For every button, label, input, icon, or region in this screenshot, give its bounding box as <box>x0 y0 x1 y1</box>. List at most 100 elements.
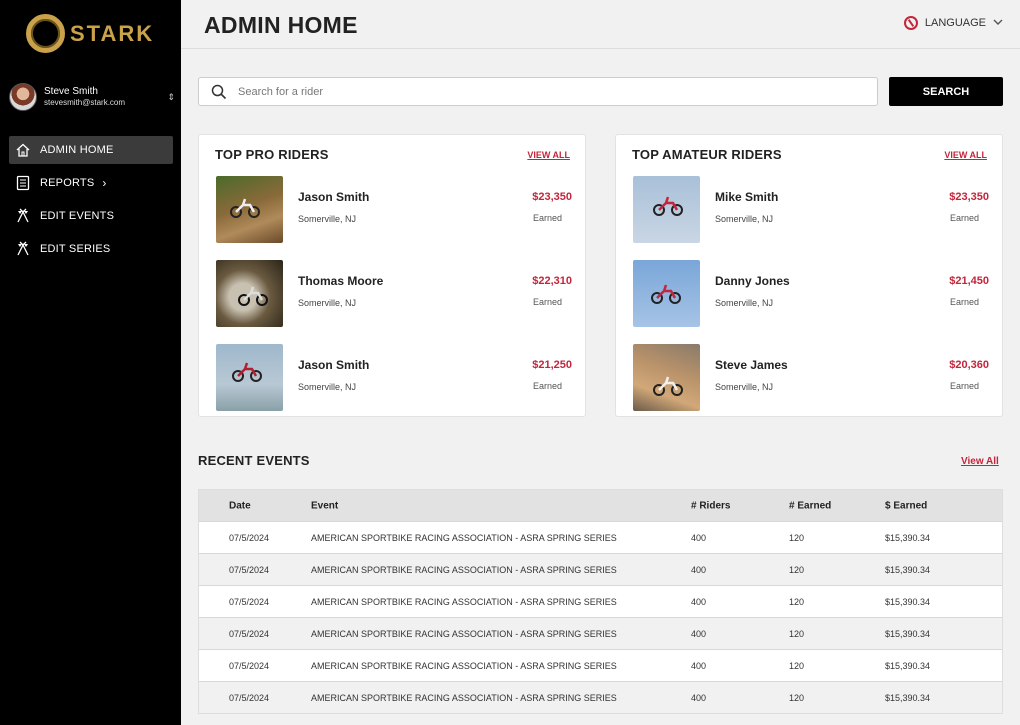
logo-ring-icon <box>26 14 65 53</box>
rider-earnings: $21,450 <box>949 275 989 287</box>
table-row[interactable]: 07/5/2024 AMERICAN SPORTBIKE RACING ASSO… <box>199 681 1002 713</box>
sidebar-item-edit-series[interactable]: EDIT SERIES <box>9 235 173 263</box>
rider-item[interactable]: Jason Smith Somerville, NJ $21,250 Earne… <box>216 344 572 411</box>
rider-photo <box>633 344 700 411</box>
rider-location: Somerville, NJ <box>298 298 357 308</box>
flags-icon <box>14 240 32 258</box>
card-title: TOP AMATEUR RIDERS <box>632 147 782 162</box>
rider-item[interactable]: Danny Jones Somerville, NJ $21,450 Earne… <box>633 260 989 327</box>
cell-date: 07/5/2024 <box>229 660 270 671</box>
rider-photo <box>216 176 283 243</box>
column-header-earned-amount[interactable]: $ Earned <box>885 500 927 511</box>
motorbike-icon <box>230 198 260 218</box>
column-header-riders[interactable]: # Riders <box>691 500 730 511</box>
rider-item[interactable]: Mike Smith Somerville, NJ $23,350 Earned <box>633 176 989 243</box>
cell-earned-count: 120 <box>789 532 805 543</box>
rider-name: Danny Jones <box>715 274 790 288</box>
sidebar-item-reports[interactable]: REPORTS › <box>9 169 173 197</box>
logo-text: STARK <box>70 20 155 46</box>
cell-date: 07/5/2024 <box>229 628 270 639</box>
motorbike-icon <box>653 376 683 396</box>
cell-date: 07/5/2024 <box>229 564 270 575</box>
table-row[interactable]: 07/5/2024 AMERICAN SPORTBIKE RACING ASSO… <box>199 617 1002 649</box>
motorbike-icon <box>651 284 681 304</box>
cell-earned-amount: $15,390.34 <box>885 532 931 543</box>
rider-item[interactable]: Steve James Somerville, NJ $20,360 Earne… <box>633 344 989 411</box>
cell-event: AMERICAN SPORTBIKE RACING ASSOCIATION - … <box>311 660 617 671</box>
recent-events-table: Date Event # Riders # Earned $ Earned 07… <box>198 489 1003 714</box>
sidebar: STARK Steve Smith stevesmith@stark.com ⇕… <box>0 0 181 725</box>
recent-events-title: RECENT EVENTS <box>198 453 310 468</box>
view-all-link[interactable]: VIEW ALL <box>527 150 570 160</box>
rider-earnings: $23,350 <box>949 191 989 203</box>
table-row[interactable]: 07/5/2024 AMERICAN SPORTBIKE RACING ASSO… <box>199 521 1002 553</box>
sidebar-item-label: EDIT EVENTS <box>40 210 115 222</box>
sidebar-item-admin-home[interactable]: ADMIN HOME <box>9 136 173 164</box>
column-header-date[interactable]: Date <box>229 500 251 511</box>
sidebar-item-label: REPORTS <box>40 177 95 189</box>
view-all-events-link[interactable]: View All <box>961 456 999 467</box>
rider-name: Mike Smith <box>715 190 779 204</box>
table-row[interactable]: 07/5/2024 AMERICAN SPORTBIKE RACING ASSO… <box>199 553 1002 585</box>
chevron-right-icon: › <box>102 176 107 190</box>
cell-riders: 400 <box>691 532 707 543</box>
rider-name: Thomas Moore <box>298 274 384 288</box>
cell-earned-amount: $15,390.34 <box>885 628 931 639</box>
sidebar-item-label: ADMIN HOME <box>40 144 114 156</box>
rider-name: Jason Smith <box>298 190 370 204</box>
cell-event: AMERICAN SPORTBIKE RACING ASSOCIATION - … <box>311 596 617 607</box>
rider-earnings-label: Earned <box>949 297 979 307</box>
user-toggle-icon[interactable]: ⇕ <box>167 92 175 103</box>
rider-earnings-label: Earned <box>532 297 562 307</box>
card-title: TOP PRO RIDERS <box>215 147 329 162</box>
language-label: LANGUAGE <box>924 17 986 29</box>
user-info: Steve Smith stevesmith@stark.com <box>44 86 167 108</box>
user-email: stevesmith@stark.com <box>44 98 126 107</box>
flags-icon <box>14 207 32 225</box>
cell-date: 07/5/2024 <box>229 596 270 607</box>
column-header-earned-count[interactable]: # Earned <box>789 500 831 511</box>
table-row[interactable]: 07/5/2024 AMERICAN SPORTBIKE RACING ASSO… <box>199 649 1002 681</box>
cell-earned-count: 120 <box>789 692 805 703</box>
search-input[interactable] <box>238 85 838 98</box>
rider-earnings-label: Earned <box>532 381 562 391</box>
logo[interactable]: STARK <box>26 14 154 53</box>
motorbike-icon <box>238 286 268 306</box>
table-row[interactable]: 07/5/2024 AMERICAN SPORTBIKE RACING ASSO… <box>199 585 1002 617</box>
cell-earned-amount: $15,390.34 <box>885 596 931 607</box>
rider-earnings: $23,350 <box>532 191 572 203</box>
rider-location: Somerville, NJ <box>715 298 774 308</box>
view-all-link[interactable]: VIEW ALL <box>944 150 987 160</box>
cell-event: AMERICAN SPORTBIKE RACING ASSOCIATION - … <box>311 564 617 575</box>
cell-riders: 400 <box>691 692 707 703</box>
cell-riders: 400 <box>691 564 707 575</box>
user-menu[interactable]: Steve Smith stevesmith@stark.com ⇕ <box>9 83 175 111</box>
rider-item[interactable]: Jason Smith Somerville, NJ $23,350 Earne… <box>216 176 572 243</box>
cell-earned-amount: $15,390.34 <box>885 660 931 671</box>
rider-location: Somerville, NJ <box>715 214 774 224</box>
rider-earnings: $22,310 <box>532 275 572 287</box>
cell-earned-amount: $15,390.34 <box>885 692 931 703</box>
cell-riders: 400 <box>691 660 707 671</box>
column-header-event[interactable]: Event <box>311 500 338 511</box>
rider-photo <box>633 176 700 243</box>
cell-event: AMERICAN SPORTBIKE RACING ASSOCIATION - … <box>311 628 617 639</box>
cell-earned-count: 120 <box>789 660 805 671</box>
search-icon <box>211 84 227 100</box>
cell-event: AMERICAN SPORTBIKE RACING ASSOCIATION - … <box>311 692 617 703</box>
cell-earned-count: 120 <box>789 564 805 575</box>
language-selector[interactable]: LANGUAGE <box>903 16 1003 30</box>
sidebar-item-edit-events[interactable]: EDIT EVENTS <box>9 202 173 230</box>
cell-event: AMERICAN SPORTBIKE RACING ASSOCIATION - … <box>311 532 617 543</box>
cell-riders: 400 <box>691 628 707 639</box>
cell-earned-count: 120 <box>789 628 805 639</box>
cell-date: 07/5/2024 <box>229 692 270 703</box>
cell-earned-amount: $15,390.34 <box>885 564 931 575</box>
rider-earnings-label: Earned <box>949 381 979 391</box>
rider-item[interactable]: Thomas Moore Somerville, NJ $22,310 Earn… <box>216 260 572 327</box>
search-button[interactable]: SEARCH <box>889 77 1003 106</box>
rider-earnings-label: Earned <box>532 213 562 223</box>
rider-location: Somerville, NJ <box>298 382 357 392</box>
rider-name: Steve James <box>715 358 788 372</box>
sidebar-nav: ADMIN HOME REPORTS › EDIT EVENTS EDIT SE… <box>9 136 173 268</box>
